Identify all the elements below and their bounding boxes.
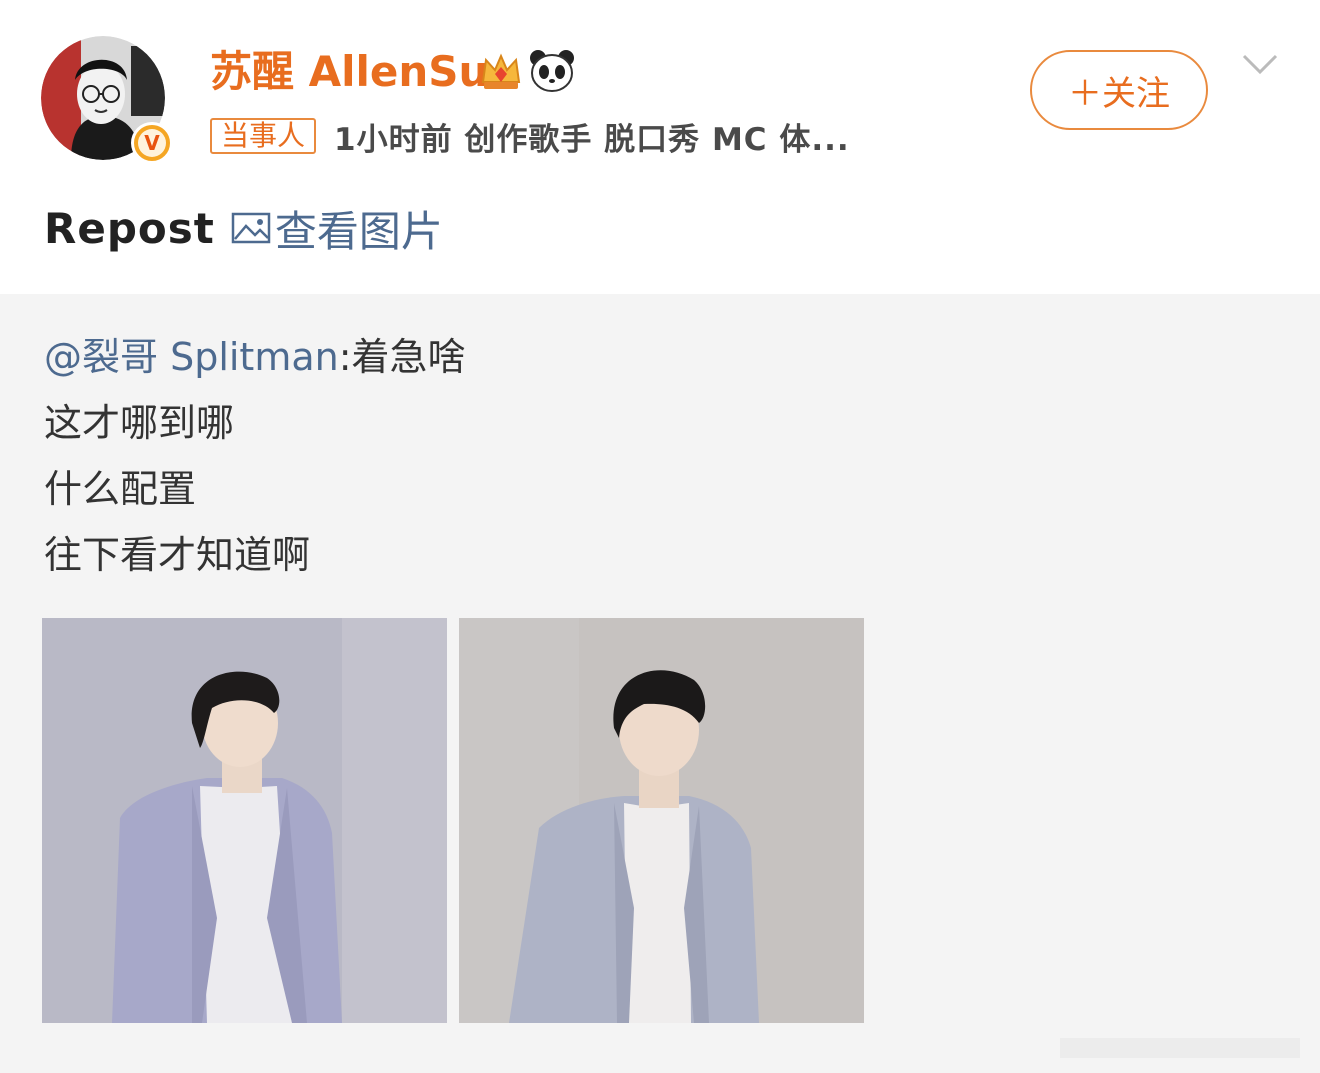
post-body: Repost 查看图片: [44, 198, 443, 258]
panda-icon: [530, 50, 574, 92]
follow-button[interactable]: ＋关注: [1030, 50, 1208, 130]
repost-container[interactable]: @裂哥 Splitman:着急啥 这才哪到哪 什么配置 往下看才知道啊: [0, 294, 1320, 1073]
quoted-text: @裂哥 Splitman:着急啥 这才哪到哪 什么配置 往下看才知道啊: [44, 324, 466, 588]
party-tag: 当事人: [210, 118, 317, 154]
post-text: Repost: [44, 203, 215, 253]
view-image-label[interactable]: 查看图片: [275, 198, 443, 259]
photo-thumbnail-1[interactable]: [42, 618, 447, 1023]
quoted-text-line: :着急啥: [338, 335, 466, 379]
verified-badge-icon: V: [131, 122, 173, 164]
watermark: [1060, 1038, 1300, 1058]
avatar-container[interactable]: V: [41, 36, 173, 164]
quoted-text-line: 什么配置: [44, 467, 197, 511]
quoted-text-line: 往下看才知道啊: [44, 533, 311, 577]
photo-thumbnail-2[interactable]: [459, 618, 864, 1023]
quoted-first-line: @裂哥 Splitman:着急啥: [44, 324, 466, 390]
picture-icon: [231, 212, 271, 244]
chevron-down-icon[interactable]: [1240, 50, 1280, 78]
crown-icon: [481, 53, 521, 89]
quoted-text-line: 这才哪到哪: [44, 401, 235, 445]
post-meta: 当事人 1小时前 创作歌手 脱口秀 MC 体...: [210, 114, 850, 158]
weibo-post: V 苏醒 AllenSu 当事人 1小时前 创作歌手 脱口秀 MC 体... ＋…: [0, 0, 1320, 1073]
view-image-link[interactable]: 查看图片: [231, 198, 443, 259]
mention-link[interactable]: @裂哥 Splitman: [44, 335, 339, 379]
meta-info: 1小时前 创作歌手 脱口秀 MC 体...: [334, 121, 850, 158]
author-name[interactable]: 苏醒 AllenSu: [210, 46, 488, 98]
